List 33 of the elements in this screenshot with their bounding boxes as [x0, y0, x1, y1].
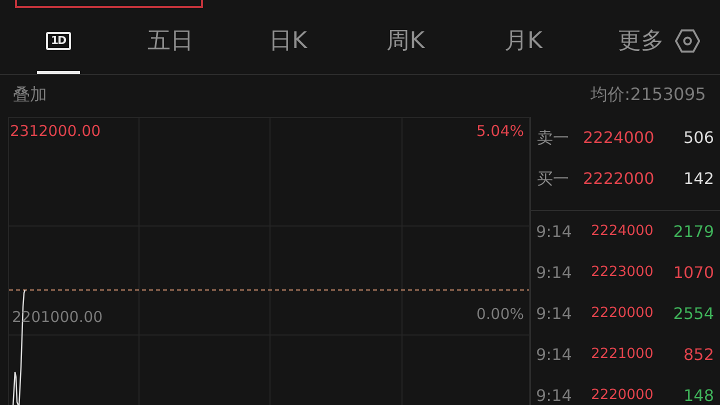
settings-icon[interactable] — [674, 28, 700, 54]
tab[interactable]: 五日 — [136, 8, 204, 74]
trade-time: 9:14 — [536, 302, 573, 324]
trade-volume: 2554 — [673, 302, 714, 324]
trade-price: 2220000 — [591, 304, 654, 323]
trade-price: 2221000 — [591, 345, 654, 364]
trade-price: 2220000 — [591, 386, 654, 405]
trade-time: 9:14 — [536, 220, 573, 242]
trade-volume: 2179 — [673, 220, 714, 242]
percent-label: 5.04% — [476, 121, 524, 142]
quote-label: 卖一 — [537, 126, 570, 148]
trade-time: 9:14 — [536, 344, 573, 366]
price-label: 2312000.00 — [10, 121, 101, 142]
tab[interactable]: 月K — [490, 8, 558, 74]
quote-price: 2222000 — [583, 168, 654, 190]
overlay-label[interactable]: 叠加 — [13, 83, 47, 109]
tab[interactable]: 周K — [372, 8, 440, 74]
average-price: 均价:2153095 — [590, 84, 706, 108]
trade-time: 9:14 — [536, 262, 573, 284]
trade-volume: 148 — [683, 384, 714, 405]
trade-price: 2223000 — [591, 263, 654, 282]
trade-time: 9:14 — [536, 384, 573, 405]
quote-label: 买一 — [537, 168, 570, 190]
tab[interactable]: 日K — [254, 8, 322, 74]
percent-label: 0.00% — [476, 304, 524, 325]
quote-volume: 142 — [683, 168, 714, 190]
quote-price: 2224000 — [583, 126, 654, 148]
tab[interactable]: 1D — [37, 8, 80, 74]
trade-volume: 1070 — [673, 262, 714, 284]
trade-volume: 852 — [683, 344, 714, 366]
quote-volume: 506 — [683, 126, 714, 148]
trade-price: 2224000 — [591, 222, 654, 241]
tab[interactable]: 更多 — [607, 8, 675, 74]
